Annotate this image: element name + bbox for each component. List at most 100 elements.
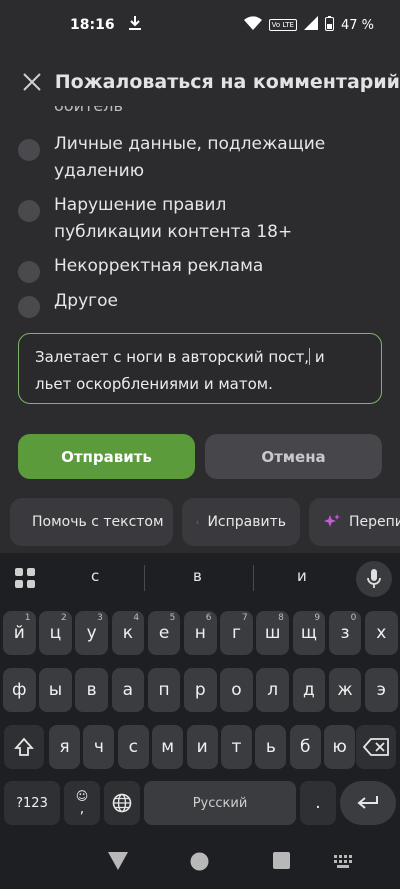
key-label: ц <box>49 623 62 643</box>
letter-key[interactable]: т <box>221 725 252 769</box>
radio-button[interactable] <box>18 139 40 161</box>
emoji-comma-key[interactable]: ☺ , <box>64 781 100 825</box>
fix-text-chip[interactable]: a Исправить <box>182 498 300 546</box>
close-icon <box>23 73 42 91</box>
suggestion-word[interactable]: в <box>193 567 202 585</box>
suggestion-strip: с в и <box>0 553 400 603</box>
key-label: р <box>194 680 206 700</box>
language-key[interactable] <box>104 781 140 825</box>
letter-key[interactable]: л <box>256 668 289 712</box>
option-content-18[interactable]: Нарушение правил публикации контента 18+ <box>18 192 388 246</box>
letter-key[interactable]: б <box>289 725 321 769</box>
home-circle-icon[interactable] <box>190 852 209 875</box>
letter-key[interactable]: м <box>152 725 184 769</box>
back-triangle-icon[interactable] <box>108 852 128 874</box>
comment-text-before: Залетает с ноги в авторский пост, <box>35 348 310 366</box>
download-icon <box>128 16 141 34</box>
enter-key[interactable] <box>340 781 396 825</box>
cancel-button[interactable]: Отмена <box>205 434 382 479</box>
letter-key[interactable]: е5 <box>147 611 181 655</box>
voice-input-button[interactable] <box>356 561 392 597</box>
letter-key[interactable]: й1 <box>3 611 36 655</box>
recents-square-icon[interactable] <box>273 852 290 873</box>
key-label: и <box>196 737 208 757</box>
key-label: у <box>86 623 97 643</box>
key-hint: 6 <box>205 613 212 623</box>
letter-key[interactable]: к4 <box>111 611 145 655</box>
option-label: Личные данные, подлежащие удалению <box>54 134 326 181</box>
letter-key[interactable]: ы <box>39 668 72 712</box>
battery-percent: 47 % <box>340 17 374 33</box>
key-label: к <box>122 623 133 643</box>
key-label: с <box>128 737 138 757</box>
radio-button[interactable] <box>18 200 40 222</box>
letter-key[interactable]: х <box>365 611 398 655</box>
signal-icon <box>303 16 318 34</box>
letter-key[interactable]: в <box>75 668 108 712</box>
key-hint: 7 <box>241 613 248 623</box>
key-label: ы <box>48 680 63 700</box>
letter-key[interactable]: ф <box>3 668 36 712</box>
key-label: а <box>122 680 134 700</box>
clipped-option-text: обитель <box>54 106 144 116</box>
shift-icon <box>14 737 34 756</box>
key-label: б <box>300 737 311 757</box>
letter-key[interactable]: ч <box>83 725 115 769</box>
letter-key[interactable]: щ9 <box>292 611 326 655</box>
dialog-header: Пожаловаться на комментарий <box>0 58 400 106</box>
radio-button[interactable] <box>18 296 40 318</box>
key-hint: 9 <box>314 613 321 623</box>
letter-key[interactable]: и <box>186 725 218 769</box>
letter-key[interactable]: з0 <box>328 611 362 655</box>
close-button[interactable] <box>14 60 51 104</box>
submit-button[interactable]: Отправить <box>18 434 195 479</box>
letter-key[interactable]: ш8 <box>256 611 289 655</box>
key-label: ю <box>332 737 347 757</box>
backspace-key[interactable] <box>356 725 396 769</box>
suggestion-word[interactable]: и <box>297 567 307 585</box>
letter-key[interactable]: ь <box>255 725 287 769</box>
help-with-text-chip[interactable]: Помочь с текстом <box>10 498 173 546</box>
shift-key[interactable] <box>4 725 44 769</box>
letter-key[interactable]: э <box>365 668 398 712</box>
suggestion-word[interactable]: с <box>91 567 99 585</box>
microphone-icon <box>367 569 381 588</box>
letter-key[interactable]: н6 <box>184 611 217 655</box>
page-title: Пожаловаться на комментарий <box>54 71 400 93</box>
key-label: я <box>59 737 70 757</box>
key-hint: 5 <box>169 613 176 623</box>
status-indicators: Vo LTE 47 % <box>243 15 374 35</box>
divider <box>253 565 254 591</box>
key-label: м <box>161 737 175 757</box>
key-label: г <box>231 623 241 643</box>
option-personal-data[interactable]: Личные данные, подлежащие удалению <box>18 131 388 185</box>
status-bar: 18:16 Vo LTE 47 % <box>0 0 400 50</box>
rewrite-chip[interactable]: Перепис <box>309 498 400 546</box>
radio-button[interactable] <box>18 261 40 283</box>
letter-key[interactable]: п <box>147 668 181 712</box>
letter-key[interactable]: р <box>184 668 217 712</box>
key-label: н <box>194 623 206 643</box>
key-hint: 2 <box>60 613 67 623</box>
keyboard-switch-icon[interactable] <box>334 854 354 873</box>
letter-key[interactable]: ж <box>328 668 362 712</box>
comment-textarea[interactable]: Залетает с ноги в авторский пост, и льет… <box>18 333 382 404</box>
letter-key[interactable]: ц2 <box>39 611 72 655</box>
letter-key[interactable]: ю <box>324 725 356 769</box>
key-label: п <box>158 680 170 700</box>
letter-key[interactable]: а <box>111 668 145 712</box>
period-key[interactable]: . <box>300 781 336 825</box>
space-key[interactable]: Русский <box>144 781 296 825</box>
option-label: Некорректная реклама <box>54 256 264 276</box>
letter-key[interactable]: д <box>292 668 326 712</box>
letter-key[interactable]: с <box>117 725 149 769</box>
letter-key[interactable]: у3 <box>75 611 108 655</box>
letter-key[interactable]: о <box>220 668 253 712</box>
letter-key[interactable]: г7 <box>220 611 253 655</box>
apps-grid-icon[interactable] <box>14 567 36 589</box>
symbols-key[interactable]: ?123 <box>4 781 60 825</box>
letter-key[interactable]: я <box>49 725 80 769</box>
key-label: й <box>13 623 25 643</box>
option-bad-ads[interactable]: Некорректная реклама <box>18 253 388 283</box>
option-other[interactable]: Другое <box>18 288 388 318</box>
